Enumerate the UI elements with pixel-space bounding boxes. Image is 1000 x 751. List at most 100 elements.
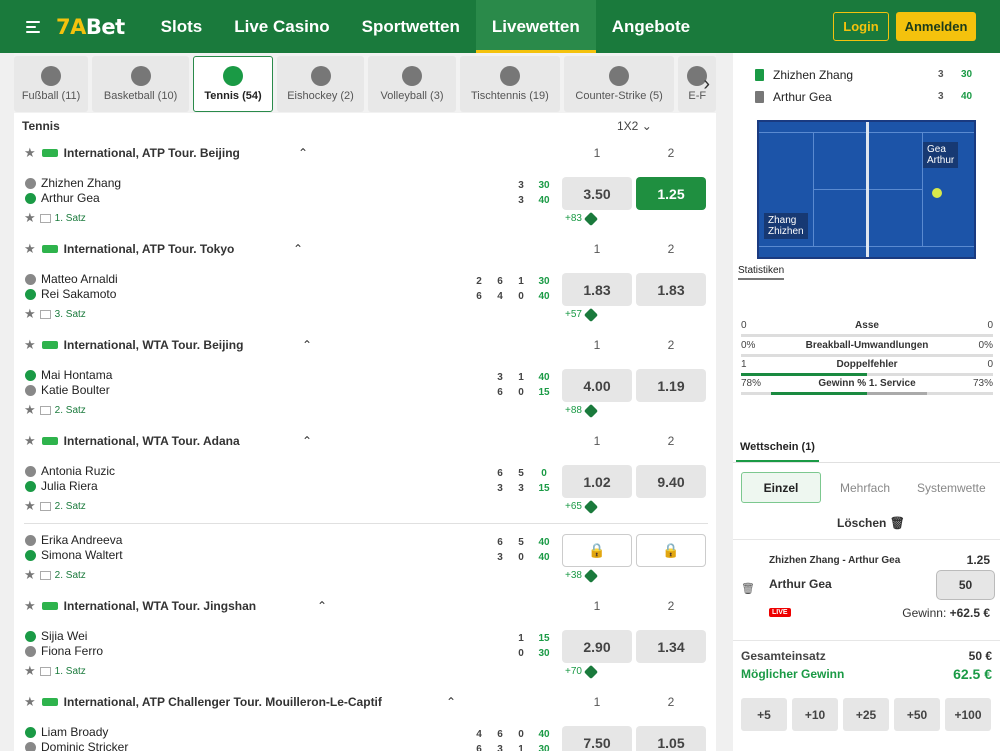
quick-stake-50[interactable]: +50 xyxy=(894,698,940,731)
tab-fussball[interactable]: Fußball (11) xyxy=(14,56,89,112)
odd-button-1[interactable]: 1.83 xyxy=(562,273,632,306)
odd-button-1[interactable]: 1.02 xyxy=(562,465,632,498)
score-cell: 0 xyxy=(518,552,524,563)
tab-tennis[interactable]: Tennis (54) xyxy=(192,56,274,112)
register-button[interactable]: Anmelden xyxy=(896,12,976,41)
nav-sportwetten[interactable]: Sportwetten xyxy=(346,0,476,53)
tab-counter-strike[interactable]: Counter-Strike (5) xyxy=(563,56,675,112)
logo[interactable]: 7ABet xyxy=(56,15,125,39)
league-header[interactable]: ★ International, ATP Tour. Beijing ⌃ xyxy=(24,142,308,164)
tab-tischtennis[interactable]: Tischtennis (19) xyxy=(459,56,560,112)
more-markets-link[interactable]: +70 xyxy=(565,664,599,679)
star-icon[interactable]: ★ xyxy=(24,567,36,583)
quick-stake-10[interactable]: +10 xyxy=(792,698,838,731)
score-cell: 15 xyxy=(538,483,550,494)
odd-button-2[interactable]: 1.34 xyxy=(636,630,706,663)
win-label: Gewinn: xyxy=(902,606,947,620)
odd-button-1[interactable]: 3.50 xyxy=(562,177,632,210)
mehrfach-button[interactable]: Mehrfach xyxy=(840,481,890,495)
einzel-button[interactable]: Einzel xyxy=(741,472,821,503)
tab-wettschein[interactable]: Wettschein (1) xyxy=(736,434,819,462)
league-header[interactable]: ★ International, WTA Tour. Beijing ⌃ xyxy=(24,334,312,356)
quick-stake-100[interactable]: +100 xyxy=(945,698,991,731)
tab-esports[interactable]: E-F xyxy=(678,56,716,112)
nav-livewetten[interactable]: Livewetten xyxy=(475,0,596,53)
star-icon[interactable]: ★ xyxy=(24,694,36,710)
star-icon[interactable]: ★ xyxy=(24,210,36,226)
league-header[interactable]: ★ International, ATP Challenger Tour. Mou… xyxy=(24,691,456,713)
league-header[interactable]: ★ International, WTA Tour. Jingshan ⌃ xyxy=(24,595,327,617)
star-icon[interactable]: ★ xyxy=(24,598,36,614)
more-markets-link[interactable]: +83 xyxy=(565,211,599,226)
tab-statistiken[interactable]: Statistiken xyxy=(738,265,785,280)
player-row: Arthur Gea xyxy=(25,191,100,205)
nav-slots[interactable]: Slots xyxy=(145,0,219,53)
market-cube-icon xyxy=(583,307,599,322)
scoreboard-icon[interactable] xyxy=(39,666,51,676)
odd-button-2[interactable]: 1.25 xyxy=(636,177,706,210)
chevron-up-icon[interactable]: ⌃ xyxy=(298,146,308,160)
menu-icon[interactable] xyxy=(26,20,40,33)
market-cube-icon xyxy=(583,403,599,418)
team2-points: 40 xyxy=(961,91,973,102)
player-name: Julia Riera xyxy=(41,479,98,493)
systemwette-button[interactable]: Systemwette xyxy=(917,481,986,495)
set-label: 2. Satz xyxy=(54,500,86,512)
star-icon[interactable]: ★ xyxy=(24,145,36,161)
stake-input[interactable]: 50 xyxy=(936,570,995,600)
chevron-up-icon[interactable]: ⌃ xyxy=(293,242,303,256)
tab-eishockey[interactable]: Eishockey (2) xyxy=(277,56,365,112)
star-icon[interactable]: ★ xyxy=(24,498,36,514)
odd-button-2[interactable]: 1.05 xyxy=(636,726,706,751)
score-cell: 6 xyxy=(497,537,503,548)
league-header[interactable]: ★ International, WTA Tour. Adana ⌃ xyxy=(24,430,312,452)
star-icon[interactable]: ★ xyxy=(24,402,36,418)
star-icon[interactable]: ★ xyxy=(24,306,36,322)
trash-icon[interactable]: 🗑 xyxy=(741,582,755,595)
scoreboard-icon[interactable] xyxy=(39,309,51,319)
chevron-up-icon[interactable]: ⌃ xyxy=(302,338,312,352)
player-name: Dominic Stricker xyxy=(41,740,129,751)
hockey-stick-icon xyxy=(310,66,331,86)
odd-button-1[interactable]: 2.90 xyxy=(562,630,632,663)
quick-stake-5[interactable]: +5 xyxy=(741,698,787,731)
more-markets-link[interactable]: +38 xyxy=(565,568,599,583)
scoreboard-icon[interactable] xyxy=(39,570,51,580)
odd-button-2[interactable]: 9.40 xyxy=(636,465,706,498)
stat-label: Doppelfehler xyxy=(836,359,898,370)
chevron-up-icon[interactable]: ⌃ xyxy=(446,695,456,709)
league-flag-icon xyxy=(41,149,58,157)
market-select[interactable]: 1X2 ⌄ xyxy=(617,119,652,133)
star-icon[interactable]: ★ xyxy=(24,663,36,679)
odd-button-1[interactable]: 4.00 xyxy=(562,369,632,402)
odd-button-2[interactable]: 1.19 xyxy=(636,369,706,402)
nav-live-casino[interactable]: Live Casino xyxy=(218,0,345,53)
scoreboard-icon[interactable] xyxy=(39,213,51,223)
score-cell: 3 xyxy=(518,180,524,191)
chevron-up-icon[interactable]: ⌃ xyxy=(317,599,327,613)
star-icon[interactable]: ★ xyxy=(24,433,36,449)
quick-stake-25[interactable]: +25 xyxy=(843,698,889,731)
scoreboard-icon[interactable] xyxy=(39,405,51,415)
clear-button[interactable]: Löschen 🗑 xyxy=(837,516,905,530)
more-markets-link[interactable]: +65 xyxy=(565,499,599,514)
login-button[interactable]: Login xyxy=(833,12,889,41)
odd-button-2[interactable]: 1.83 xyxy=(636,273,706,306)
star-icon[interactable]: ★ xyxy=(24,241,36,257)
more-markets-link[interactable]: +88 xyxy=(565,403,599,418)
league-header[interactable]: ★ International, ATP Tour. Tokyo ⌃ xyxy=(24,238,303,260)
star-icon[interactable]: ★ xyxy=(24,337,36,353)
tab-volleyball[interactable]: Volleyball (3) xyxy=(368,56,456,112)
chevron-up-icon[interactable]: ⌃ xyxy=(302,434,312,448)
scoreboard-icon[interactable] xyxy=(39,501,51,511)
odd-button-1[interactable]: 7.50 xyxy=(562,726,632,751)
score-cell: 1 xyxy=(518,372,524,383)
nav-angebote[interactable]: Angebote xyxy=(596,0,706,53)
more-markets-link[interactable]: +57 xyxy=(565,307,599,322)
chevron-right-icon[interactable]: › xyxy=(703,73,710,96)
stat-fill xyxy=(771,392,867,395)
set-info: ★ 2. Satz xyxy=(24,498,86,514)
tennis-ball-icon xyxy=(25,177,36,189)
set-label: 2. Satz xyxy=(54,404,86,416)
tab-basketball[interactable]: Basketball (10) xyxy=(92,56,189,112)
